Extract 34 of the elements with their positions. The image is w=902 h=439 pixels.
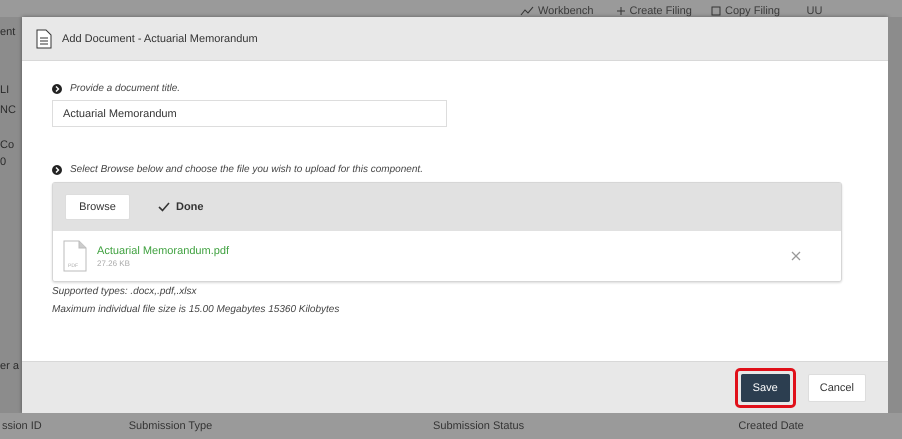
background-text: 0 <box>0 155 8 169</box>
background-text: ent <box>0 25 16 39</box>
toolbar-link[interactable]: Create Filing <box>630 5 692 17</box>
checkmark-icon <box>158 202 170 212</box>
toolbar-link[interactable]: UU <box>806 5 822 17</box>
chart-icon <box>520 6 534 16</box>
dialog-title: Add Document - Actuarial Memorandum <box>62 32 258 44</box>
arrow-circle-icon <box>52 84 62 94</box>
arrow-circle-icon <box>52 164 62 174</box>
save-button[interactable]: Save <box>740 374 790 402</box>
plus-icon <box>616 6 626 16</box>
background-text: er a <box>0 359 20 373</box>
background-text: NC <box>0 103 17 117</box>
document-icon <box>36 28 52 48</box>
background-text: Co <box>0 138 16 152</box>
upload-note: Maximum individual file size is 15.00 Megabytes 15360 Kilobytes <box>52 304 340 315</box>
column-header: Submission Type <box>128 420 214 432</box>
copy-icon <box>711 6 721 16</box>
column-header: ssion ID <box>1 420 43 432</box>
file-name[interactable]: Actuarial Memorandum.pdf <box>97 244 781 256</box>
upload-status: Done <box>176 201 204 213</box>
title-input[interactable]: Actuarial Memorandum <box>52 100 447 127</box>
instruction-text: Provide a document title. <box>70 83 180 94</box>
toolbar-link[interactable]: Copy Filing <box>725 5 780 17</box>
file-size: 27.26 KB <box>97 258 131 268</box>
close-button[interactable] <box>791 251 801 261</box>
cancel-button[interactable]: Cancel <box>808 374 866 402</box>
column-header: Submission Status <box>433 420 526 432</box>
instruction-text: Select Browse below and choose the file you wish to upload for this component. <box>70 164 423 175</box>
browse-button[interactable]: Browse <box>65 194 130 220</box>
background-text: LI <box>0 83 10 97</box>
toolbar-link[interactable]: Workbench <box>538 5 594 17</box>
upload-note: Supported types: .docx,.pdf,.xlsx <box>52 286 198 297</box>
column-header: Created Date <box>738 420 805 432</box>
